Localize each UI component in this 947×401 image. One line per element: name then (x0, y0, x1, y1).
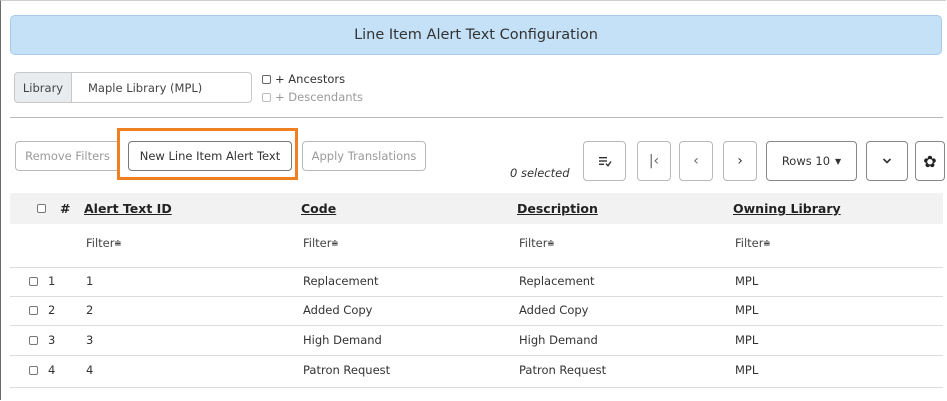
new-line-item-alert-text-button[interactable]: New Line Item Alert Text (128, 141, 292, 171)
cell-description: Replacement (519, 274, 595, 288)
row-divider (10, 325, 943, 326)
cell-owning-library: MPL (735, 303, 759, 317)
descendants-label: + Descendants (275, 90, 364, 104)
filter-icon: ⩧ (114, 236, 122, 250)
column-header-alert-text-id[interactable]: Alert Text ID (84, 201, 172, 216)
cell-code: Patron Request (303, 363, 391, 377)
ancestors-checkbox[interactable] (262, 74, 271, 84)
list-check-icon (598, 157, 612, 167)
divider (10, 117, 943, 118)
select-all-checkbox[interactable] (37, 204, 46, 213)
filter-owning-library[interactable]: Filter⩧ (735, 236, 770, 251)
cell-owning-library: MPL (735, 363, 759, 377)
filter-icon: ⩧ (547, 236, 555, 250)
rows-dropdown[interactable]: Rows 10 ▼ (766, 141, 857, 181)
select-rows-icon[interactable] (583, 141, 626, 181)
row-checkbox[interactable] (29, 306, 38, 315)
column-header-code[interactable]: Code (301, 201, 336, 216)
previous-page-button[interactable]: ‹ (679, 141, 713, 181)
column-header-number: # (60, 201, 71, 216)
page-title: Line Item Alert Text Configuration (10, 15, 942, 55)
descendants-checkbox[interactable] (262, 92, 271, 102)
first-page-button[interactable]: |‹ (637, 141, 671, 181)
cell-description: Added Copy (519, 303, 589, 317)
next-page-button[interactable]: › (723, 141, 757, 181)
cell-alert-text-id: 2 (86, 303, 94, 317)
row-checkbox[interactable] (29, 366, 38, 375)
row-divider (10, 387, 943, 388)
previous-page-icon: ‹ (693, 153, 699, 169)
row-number: 4 (48, 363, 56, 377)
library-label: Library (14, 72, 72, 103)
row-number: 3 (48, 333, 56, 347)
gear-icon: ✿ (923, 151, 937, 171)
expand-button[interactable] (866, 141, 908, 181)
row-checkbox[interactable] (29, 277, 38, 286)
row-divider (10, 355, 943, 356)
cell-code: Replacement (303, 274, 379, 288)
selected-count: 0 selected (510, 166, 570, 180)
filter-code[interactable]: Filter⩧ (303, 236, 338, 251)
cell-description: High Demand (519, 333, 598, 347)
cell-code: Added Copy (303, 303, 373, 317)
apply-translations-button[interactable]: Apply Translations (302, 141, 426, 171)
row-divider (10, 296, 943, 297)
cell-alert-text-id: 1 (86, 274, 94, 288)
cell-alert-text-id: 4 (86, 363, 94, 377)
rows-label: Rows 10 (781, 154, 831, 168)
caret-down-icon: ▼ (835, 156, 842, 166)
column-header-description[interactable]: Description (517, 201, 598, 216)
remove-filters-button[interactable]: Remove Filters (15, 141, 120, 171)
library-selector[interactable]: Maple Library (MPL) (71, 72, 252, 103)
filter-icon: ⩧ (763, 236, 771, 250)
row-divider (10, 267, 943, 268)
descendants-option[interactable]: + Descendants (262, 90, 363, 104)
row-number: 2 (48, 303, 56, 317)
ancestors-option[interactable]: + Ancestors (262, 72, 345, 86)
first-page-icon: |‹ (648, 153, 660, 169)
row-number: 1 (48, 274, 56, 288)
filter-alert-text-id[interactable]: Filter⩧ (86, 236, 121, 251)
settings-button[interactable]: ✿ (915, 141, 945, 181)
filter-description[interactable]: Filter⩧ (519, 236, 554, 251)
chevron-down-icon (882, 158, 892, 164)
cell-code: High Demand (303, 333, 382, 347)
cell-description: Patron Request (519, 363, 607, 377)
next-page-icon: › (737, 153, 743, 169)
filter-icon: ⩧ (331, 236, 339, 250)
ancestors-label: + Ancestors (275, 72, 346, 86)
cell-owning-library: MPL (735, 274, 759, 288)
cell-alert-text-id: 3 (86, 333, 94, 347)
column-header-owning-library[interactable]: Owning Library (733, 201, 841, 216)
row-checkbox[interactable] (29, 336, 38, 345)
cell-owning-library: MPL (735, 333, 759, 347)
